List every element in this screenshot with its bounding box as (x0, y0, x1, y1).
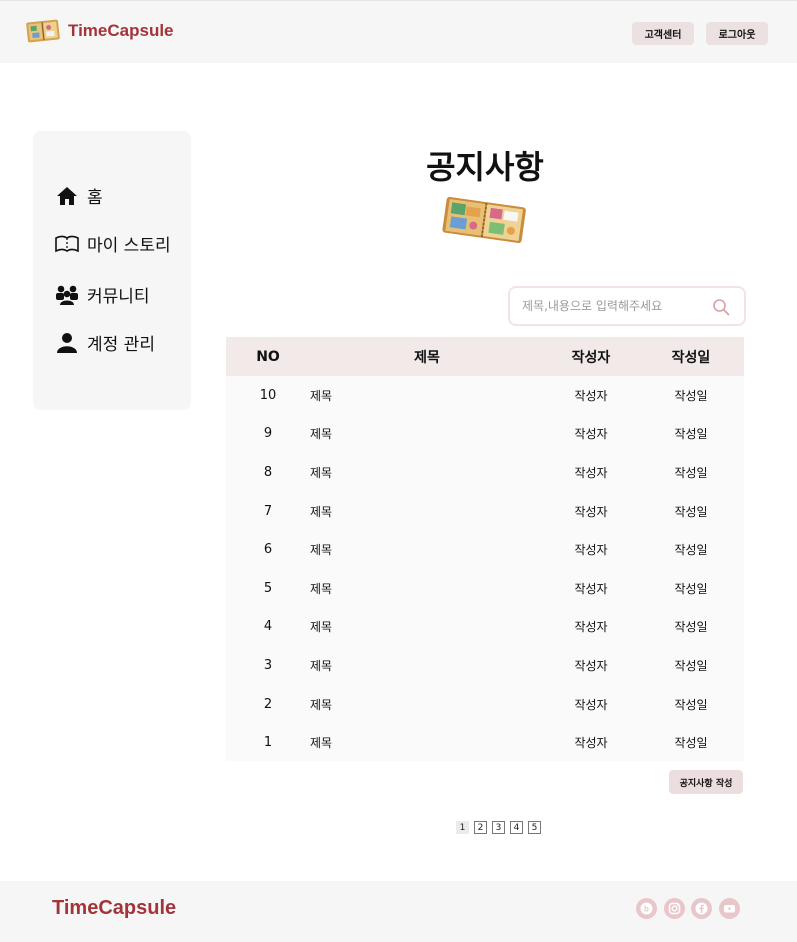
footer: TimeCapsule b (0, 881, 797, 942)
notice-table: NO 제목 작성자 작성일 10 제목 작성자 작성일 9 제목 작성자 작성일… (226, 337, 744, 761)
table-row[interactable]: 10 제목 작성자 작성일 (226, 376, 744, 415)
sidebar-item-account[interactable]: 계정 관리 (55, 330, 155, 355)
cell-date: 작성일 (674, 736, 708, 751)
cell-no: 5 (263, 580, 273, 596)
sidebar-item-label: 계정 관리 (87, 335, 155, 355)
cell-no: 4 (263, 619, 273, 635)
brand[interactable]: TimeCapsule (24, 16, 174, 46)
cell-title[interactable]: 제목 (310, 376, 544, 415)
svg-text:b: b (644, 905, 649, 914)
brand-name: TimeCapsule (68, 21, 174, 40)
cell-date: 작성일 (674, 658, 708, 673)
cell-date: 작성일 (674, 388, 708, 403)
cell-date: 작성일 (674, 465, 708, 480)
cell-author: 작성자 (574, 543, 608, 558)
book-icon (55, 232, 79, 256)
home-icon (55, 184, 79, 208)
search-icon[interactable] (712, 298, 730, 316)
sidebar-item-community[interactable]: 커뮤니티 (55, 282, 150, 307)
cell-date: 작성일 (674, 427, 708, 442)
cell-no: 10 (259, 387, 277, 403)
write-notice-button[interactable]: 공지사항 작성 (669, 770, 743, 794)
table-row[interactable]: 4 제목 작성자 작성일 (226, 608, 744, 647)
table-body: 10 제목 작성자 작성일 9 제목 작성자 작성일 8 제목 작성자 작성일 … (226, 376, 744, 762)
table-header: NO 제목 작성자 작성일 (226, 337, 744, 376)
cell-title[interactable]: 제목 (310, 569, 544, 608)
sidebar-item-home[interactable]: 홈 (55, 183, 103, 208)
customer-support-button[interactable]: 고객센터 (632, 22, 694, 45)
cell-author: 작성자 (574, 697, 608, 712)
cell-title[interactable]: 제목 (310, 530, 544, 569)
sidebar-item-label: 홈 (87, 188, 103, 208)
cell-no: 3 (263, 657, 273, 673)
user-icon (55, 331, 79, 355)
cell-title[interactable]: 제목 (310, 685, 544, 724)
footer-brand[interactable]: TimeCapsule (52, 897, 176, 920)
cell-author: 작성자 (574, 620, 608, 635)
page-button-4[interactable]: 4 (510, 821, 523, 834)
page-button-3[interactable]: 3 (492, 821, 505, 834)
column-header-no: NO (256, 348, 280, 365)
column-header-author: 작성자 (571, 349, 611, 366)
cell-author: 작성자 (574, 388, 608, 403)
cell-date: 작성일 (674, 581, 708, 596)
cell-author: 작성자 (574, 504, 608, 519)
cell-date: 작성일 (674, 543, 708, 558)
scrapbook-logo-icon (26, 19, 60, 43)
cell-date: 작성일 (674, 504, 708, 519)
cell-author: 작성자 (574, 736, 608, 751)
cell-title[interactable]: 제목 (310, 646, 544, 685)
cell-author: 작성자 (574, 427, 608, 442)
instagram-icon[interactable] (664, 898, 685, 919)
page-title: 공지사항 (426, 148, 544, 186)
youtube-icon[interactable] (719, 898, 740, 919)
table-row[interactable]: 9 제목 작성자 작성일 (226, 415, 744, 454)
blog-icon[interactable]: b (636, 898, 657, 919)
cell-author: 작성자 (574, 465, 608, 480)
column-header-date: 작성일 (671, 349, 711, 366)
cell-author: 작성자 (574, 658, 608, 673)
table-row[interactable]: 1 제목 작성자 작성일 (226, 723, 744, 762)
table-row[interactable]: 2 제목 작성자 작성일 (226, 685, 744, 724)
search-input[interactable] (522, 299, 712, 313)
cell-no: 7 (263, 503, 273, 519)
facebook-icon[interactable] (691, 898, 712, 919)
cell-no: 9 (263, 426, 273, 442)
cell-no: 1 (263, 735, 273, 751)
cell-no: 6 (263, 542, 273, 558)
logout-button[interactable]: 로그아웃 (706, 22, 768, 45)
pagination: 1 2 3 4 5 (456, 821, 546, 834)
cell-date: 작성일 (674, 620, 708, 635)
table-row[interactable]: 8 제목 작성자 작성일 (226, 453, 744, 492)
cell-title[interactable]: 제목 (310, 492, 544, 531)
cell-title[interactable]: 제목 (310, 608, 544, 647)
sidebar: 홈 마이 스토리 커뮤니티 계정 관리 (33, 131, 191, 410)
table-row[interactable]: 6 제목 작성자 작성일 (226, 530, 744, 569)
table-row[interactable]: 3 제목 작성자 작성일 (226, 646, 744, 685)
people-icon (55, 283, 79, 307)
cell-date: 작성일 (674, 697, 708, 712)
search-box (508, 286, 746, 326)
sidebar-item-my-story[interactable]: 마이 스토리 (55, 231, 171, 256)
sidebar-item-label: 마이 스토리 (87, 236, 171, 256)
column-header-title: 제목 (414, 349, 440, 366)
cell-no: 2 (263, 696, 273, 712)
page-button-1[interactable]: 1 (456, 821, 469, 834)
cell-title[interactable]: 제목 (310, 415, 544, 454)
cell-title[interactable]: 제목 (310, 453, 544, 492)
cell-author: 작성자 (574, 581, 608, 596)
page-button-5[interactable]: 5 (528, 821, 541, 834)
header: TimeCapsule 고객센터 로그아웃 (0, 0, 797, 63)
cell-title[interactable]: 제목 (310, 723, 544, 762)
table-row[interactable]: 7 제목 작성자 작성일 (226, 492, 744, 531)
table-row[interactable]: 5 제목 작성자 작성일 (226, 569, 744, 608)
sidebar-item-label: 커뮤니티 (87, 287, 150, 307)
page-button-2[interactable]: 2 (474, 821, 487, 834)
scrapbook-illustration-icon (442, 197, 526, 244)
cell-no: 8 (263, 464, 273, 480)
